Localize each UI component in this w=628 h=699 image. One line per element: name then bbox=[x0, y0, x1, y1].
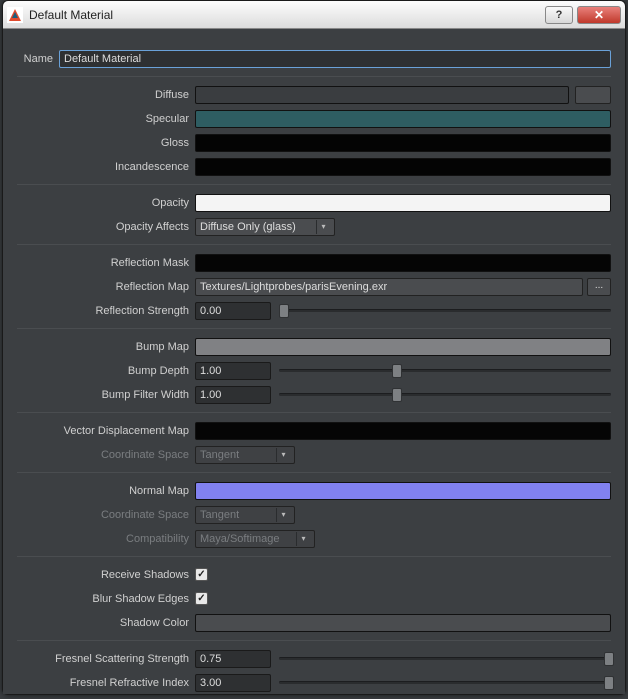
vector-disp-swatch[interactable] bbox=[195, 422, 611, 440]
bump-depth-label: Bump Depth bbox=[17, 365, 195, 377]
reflection-map-field[interactable]: Textures/Lightprobes/parisEvening.exr bbox=[195, 278, 583, 296]
divider bbox=[17, 76, 611, 77]
bump-depth-slider[interactable] bbox=[279, 362, 611, 380]
gloss-label: Gloss bbox=[17, 137, 195, 149]
diffuse-label: Diffuse bbox=[17, 89, 195, 101]
receive-shadows-label: Receive Shadows bbox=[17, 569, 195, 581]
reflection-strength-label: Reflection Strength bbox=[17, 305, 195, 317]
bump-filter-width-slider[interactable] bbox=[279, 386, 611, 404]
fresnel-refract-label: Fresnel Refractive Index bbox=[17, 677, 195, 689]
divider bbox=[17, 472, 611, 473]
bump-filter-width-field[interactable]: 1.00 bbox=[195, 386, 271, 404]
gloss-swatch[interactable] bbox=[195, 134, 611, 152]
bump-depth-field[interactable]: 1.00 bbox=[195, 362, 271, 380]
fresnel-scatter-slider[interactable] bbox=[279, 650, 611, 668]
coord-space-dropdown-1: Tangent ▾ bbox=[195, 446, 295, 464]
normal-map-label: Normal Map bbox=[17, 485, 195, 497]
coord-space-label-1: Coordinate Space bbox=[17, 449, 195, 461]
divider bbox=[17, 412, 611, 413]
app-icon bbox=[7, 7, 23, 23]
opacity-swatch[interactable] bbox=[195, 194, 611, 212]
fresnel-refract-field[interactable]: 3.00 bbox=[195, 674, 271, 692]
material-dialog: Default Material ? ✕ Name Default Materi… bbox=[2, 0, 626, 695]
opacity-affects-label: Opacity Affects bbox=[17, 221, 195, 233]
opacity-label: Opacity bbox=[17, 197, 195, 209]
bump-filter-width-label: Bump Filter Width bbox=[17, 389, 195, 401]
blur-shadow-edges-label: Blur Shadow Edges bbox=[17, 593, 195, 605]
chevron-down-icon: ▾ bbox=[276, 508, 290, 522]
normal-map-swatch[interactable] bbox=[195, 482, 611, 500]
divider bbox=[17, 184, 611, 185]
dropdown-text: Diffuse Only (glass) bbox=[200, 221, 316, 233]
coord-space-dropdown-2: Tangent ▾ bbox=[195, 506, 295, 524]
coord-space-label-2: Coordinate Space bbox=[17, 509, 195, 521]
incandescence-swatch[interactable] bbox=[195, 158, 611, 176]
shadow-color-label: Shadow Color bbox=[17, 617, 195, 629]
name-label: Name bbox=[17, 53, 59, 65]
chevron-down-icon: ▾ bbox=[276, 448, 290, 462]
divider bbox=[17, 328, 611, 329]
dropdown-text: Tangent bbox=[200, 509, 276, 521]
divider bbox=[17, 556, 611, 557]
fresnel-scatter-field[interactable]: 0.75 bbox=[195, 650, 271, 668]
reflection-map-label: Reflection Map bbox=[17, 281, 195, 293]
specular-label: Specular bbox=[17, 113, 195, 125]
dropdown-text: Maya/Softimage bbox=[200, 533, 296, 545]
reflection-mask-swatch[interactable] bbox=[195, 254, 611, 272]
diffuse-map-button[interactable] bbox=[575, 86, 611, 104]
blur-shadow-edges-checkbox[interactable]: ✓ bbox=[195, 592, 208, 605]
name-field[interactable]: Default Material bbox=[59, 50, 611, 68]
compatibility-label: Compatibility bbox=[17, 533, 195, 545]
window-title: Default Material bbox=[29, 8, 541, 22]
reflection-strength-field[interactable]: 0.00 bbox=[195, 302, 271, 320]
opacity-affects-dropdown[interactable]: Diffuse Only (glass) ▾ bbox=[195, 218, 335, 236]
incandescence-label: Incandescence bbox=[17, 161, 195, 173]
reflection-strength-slider[interactable] bbox=[279, 302, 611, 320]
receive-shadows-checkbox[interactable]: ✓ bbox=[195, 568, 208, 581]
compatibility-dropdown: Maya/Softimage ▾ bbox=[195, 530, 315, 548]
chevron-down-icon: ▾ bbox=[296, 532, 310, 546]
diffuse-swatch[interactable] bbox=[195, 86, 569, 104]
vector-disp-label: Vector Displacement Map bbox=[17, 425, 195, 437]
divider bbox=[17, 244, 611, 245]
divider bbox=[17, 640, 611, 641]
content-area: Name Default Material Diffuse Specular G… bbox=[3, 29, 625, 694]
help-button[interactable]: ? bbox=[545, 6, 573, 24]
fresnel-scatter-label: Fresnel Scattering Strength bbox=[17, 653, 195, 665]
bump-map-swatch[interactable] bbox=[195, 338, 611, 356]
reflection-mask-label: Reflection Mask bbox=[17, 257, 195, 269]
close-button[interactable]: ✕ bbox=[577, 6, 621, 24]
specular-swatch[interactable] bbox=[195, 110, 611, 128]
dropdown-text: Tangent bbox=[200, 449, 276, 461]
titlebar[interactable]: Default Material ? ✕ bbox=[3, 1, 625, 29]
chevron-down-icon: ▾ bbox=[316, 220, 330, 234]
shadow-color-swatch[interactable] bbox=[195, 614, 611, 632]
fresnel-refract-slider[interactable] bbox=[279, 674, 611, 692]
reflection-map-browse-button[interactable]: ... bbox=[587, 278, 611, 296]
bump-map-label: Bump Map bbox=[17, 341, 195, 353]
